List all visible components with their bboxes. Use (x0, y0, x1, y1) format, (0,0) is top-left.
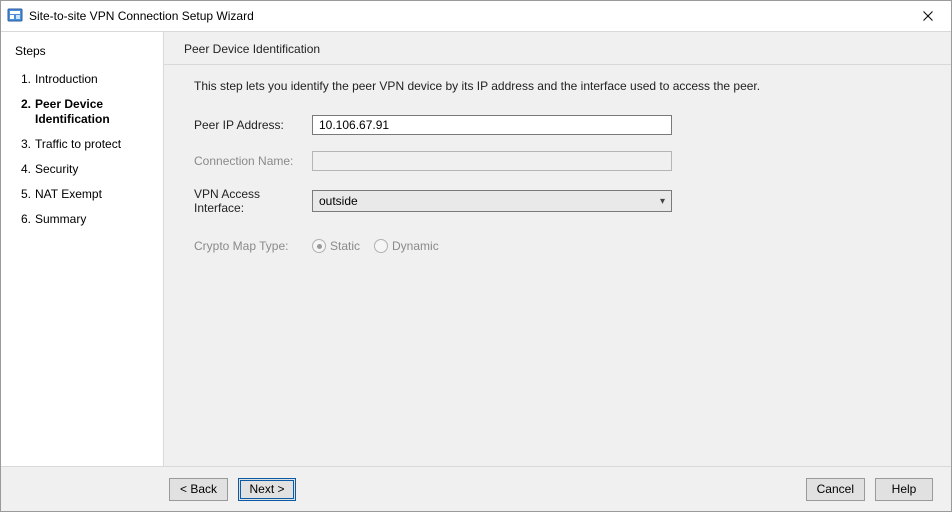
step-summary[interactable]: 6. Summary (15, 208, 154, 233)
step-introduction[interactable]: 1. Introduction (15, 68, 154, 93)
radio-dot-icon (374, 239, 388, 253)
content-panel: Peer Device Identification This step let… (163, 32, 951, 466)
row-vpn-interface: VPN Access Interface: outside ▾ (194, 187, 931, 215)
vpn-interface-select[interactable]: outside ▾ (312, 190, 672, 212)
next-button[interactable]: Next > (238, 478, 296, 501)
step-nat-exempt[interactable]: 5. NAT Exempt (15, 183, 154, 208)
label-crypto-map-type: Crypto Map Type: (194, 239, 312, 253)
row-peer-ip: Peer IP Address: (194, 115, 931, 135)
wizard-footer: < Back Next > Cancel Help (1, 466, 951, 511)
steps-sidebar: Steps 1. Introduction 2. Peer Device Ide… (1, 32, 163, 466)
step-security[interactable]: 4. Security (15, 158, 154, 183)
label-vpn-interface: VPN Access Interface: (194, 187, 312, 215)
step-description: This step lets you identify the peer VPN… (194, 79, 931, 93)
back-button[interactable]: < Back (169, 478, 228, 501)
crypto-radio-group: Static Dynamic (312, 239, 439, 253)
content-body: This step lets you identify the peer VPN… (164, 65, 951, 466)
steps-heading: Steps (15, 44, 154, 58)
window-title: Site-to-site VPN Connection Setup Wizard (29, 9, 254, 23)
radio-dynamic: Dynamic (374, 239, 439, 253)
connection-name-input (312, 151, 672, 171)
app-icon (7, 7, 23, 26)
close-button[interactable] (905, 1, 951, 31)
cancel-button[interactable]: Cancel (806, 478, 865, 501)
close-icon (923, 11, 933, 21)
row-crypto-map-type: Crypto Map Type: Static Dynamic (194, 239, 931, 253)
vpn-interface-value: outside (319, 194, 358, 208)
radio-dot-icon (312, 239, 326, 253)
chevron-down-icon: ▾ (660, 196, 665, 207)
peer-ip-input[interactable] (312, 115, 672, 135)
label-connection-name: Connection Name: (194, 154, 312, 168)
titlebar: Site-to-site VPN Connection Setup Wizard (1, 1, 951, 32)
main-area: Steps 1. Introduction 2. Peer Device Ide… (1, 32, 951, 466)
step-peer-device-identification[interactable]: 2. Peer Device Identification (15, 93, 154, 133)
help-button[interactable]: Help (875, 478, 933, 501)
row-connection-name: Connection Name: (194, 151, 931, 171)
radio-static: Static (312, 239, 360, 253)
step-traffic-to-protect[interactable]: 3. Traffic to protect (15, 133, 154, 158)
label-peer-ip: Peer IP Address: (194, 118, 312, 132)
wizard-window: Site-to-site VPN Connection Setup Wizard… (0, 0, 952, 512)
steps-list: 1. Introduction 2. Peer Device Identific… (15, 68, 154, 233)
content-header: Peer Device Identification (164, 32, 951, 65)
